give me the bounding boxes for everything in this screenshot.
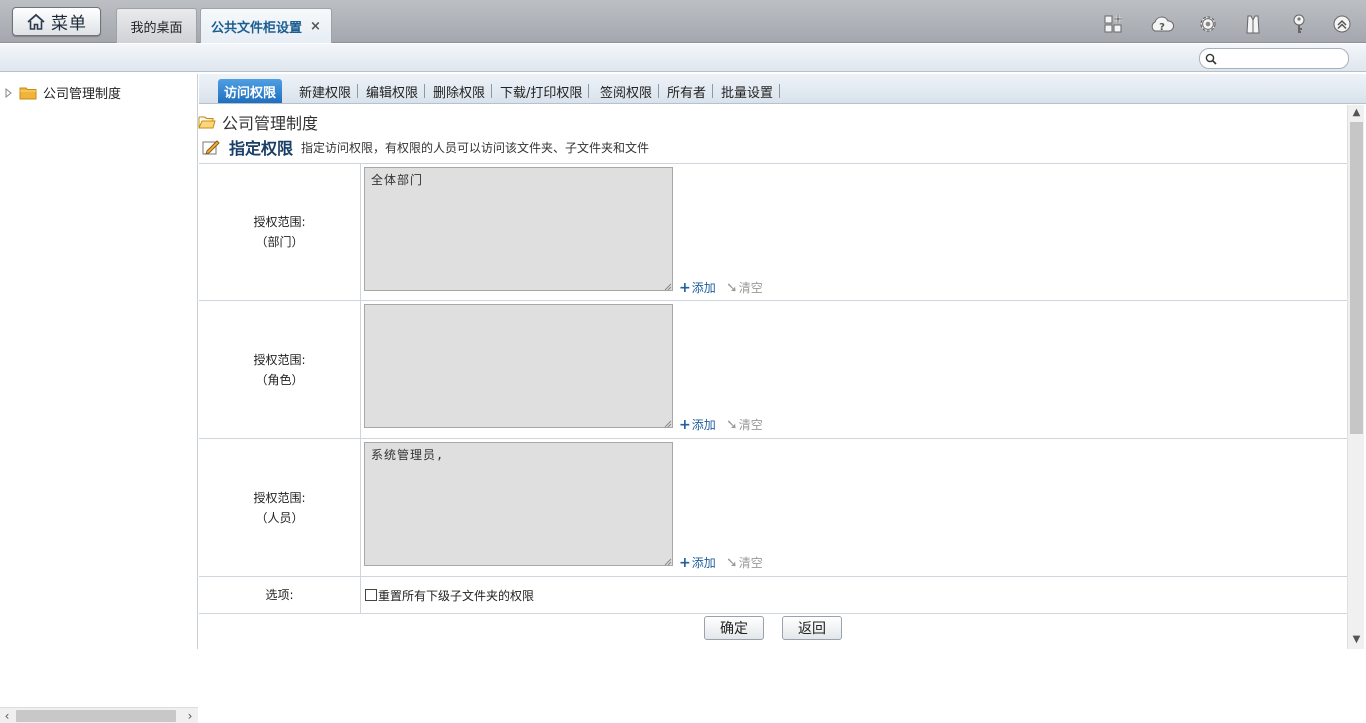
folder-heading: 公司管理制度 bbox=[198, 110, 318, 134]
scope-type-label: （人员） bbox=[255, 510, 304, 525]
add-department-link[interactable]: + 添加 bbox=[679, 279, 716, 296]
tab-edit-permission[interactable]: 编辑权限 bbox=[362, 79, 426, 103]
tab-delete-permission[interactable]: 删除权限 bbox=[429, 79, 493, 103]
scroll-up-icon[interactable]: ▲ bbox=[1348, 107, 1365, 118]
section-description: 指定访问权限，有权限的人员可以访问该文件夹、子文件夹和文件 bbox=[301, 140, 650, 155]
resize-grip-icon[interactable] bbox=[664, 420, 672, 428]
tab-label: 公共文件柜设置 bbox=[211, 20, 303, 36]
tab-label: 签阅权限 bbox=[600, 85, 653, 101]
search-bar bbox=[0, 44, 1366, 72]
section-heading: 指定权限 指定访问权限，有权限的人员可以访问该文件夹、子文件夹和文件 bbox=[201, 135, 649, 159]
resize-grip-icon[interactable] bbox=[664, 558, 672, 566]
search-icon bbox=[1205, 53, 1217, 65]
tab-download-print-permission[interactable]: 下载/打印权限 bbox=[496, 79, 590, 103]
permission-form: 授权范围: （部门） 全体部门 + 添加 ➘ 清空 授权范围: （角色） + 添加 bbox=[199, 163, 1347, 614]
plus-icon: + bbox=[679, 279, 691, 296]
add-user-link[interactable]: + 添加 bbox=[679, 554, 716, 571]
plus-icon: + bbox=[679, 416, 691, 433]
options-row: 选项: 重置所有下级子文件夹的权限 bbox=[199, 577, 1347, 614]
user-textarea[interactable]: 系统管理员, bbox=[364, 442, 673, 566]
vertical-scrollbar[interactable]: ▲ ▼ bbox=[1347, 105, 1364, 649]
top-bar: 菜单 我的桌面 公共文件柜设置 × ? bbox=[0, 0, 1366, 43]
tab-public-cabinet-settings[interactable]: 公共文件柜设置 × bbox=[200, 8, 332, 43]
add-role-link[interactable]: + 添加 bbox=[679, 416, 716, 433]
confirm-button[interactable]: 确定 bbox=[704, 616, 764, 640]
clear-department-link[interactable]: ➘ 清空 bbox=[726, 279, 763, 296]
options-label: 选项: bbox=[199, 577, 361, 613]
tab-owner[interactable]: 所有者 bbox=[663, 79, 714, 103]
scope-label: 授权范围: bbox=[253, 215, 306, 229]
search-input[interactable] bbox=[1220, 51, 1342, 66]
reset-subfolders-label[interactable]: 重置所有下级子文件夹的权限 bbox=[378, 587, 534, 604]
edit-note-icon bbox=[202, 140, 220, 155]
section-title: 指定权限 bbox=[229, 139, 294, 158]
search-box[interactable] bbox=[1199, 48, 1349, 69]
scope-label: 授权范围: bbox=[253, 490, 306, 505]
menu-button[interactable]: 菜单 bbox=[12, 7, 101, 36]
button-row: 确定 返回 bbox=[199, 615, 1347, 649]
tab-label: 编辑权限 bbox=[366, 85, 419, 101]
tab-label: 下载/打印权限 bbox=[500, 85, 583, 101]
expand-arrow-icon[interactable] bbox=[5, 87, 13, 98]
scope-type-label: （部门） bbox=[255, 235, 304, 249]
clear-arrow-icon: ➘ bbox=[726, 554, 738, 571]
main-panel: 访问权限 新建权限 编辑权限 删除权限 下载/打印权限 签阅权限 所有者 批量设… bbox=[198, 74, 1366, 649]
clear-role-link[interactable]: ➘ 清空 bbox=[726, 416, 763, 433]
scope-type-label: （角色） bbox=[255, 372, 304, 387]
scope-role-row: 授权范围: （角色） + 添加 ➘ 清空 bbox=[199, 301, 1347, 439]
clear-arrow-icon: ➘ bbox=[726, 279, 738, 296]
tab-batch-settings[interactable]: 批量设置 bbox=[717, 79, 781, 103]
tab-label: 我的桌面 bbox=[130, 20, 183, 36]
role-textarea[interactable] bbox=[364, 304, 673, 428]
add-widget-icon[interactable] bbox=[1103, 12, 1127, 36]
department-textarea[interactable]: 全体部门 bbox=[364, 167, 673, 291]
reset-subfolders-checkbox[interactable] bbox=[365, 589, 377, 601]
tree-item-company-rules[interactable]: 公司管理制度 bbox=[5, 83, 121, 102]
tab-label: 所有者 bbox=[667, 85, 707, 101]
page-title: 公司管理制度 bbox=[222, 114, 319, 133]
svg-text:?: ? bbox=[1159, 22, 1165, 33]
folder-tree: 公司管理制度 ‹ › bbox=[0, 74, 198, 723]
field-label: 授权范围: （人员） bbox=[199, 439, 361, 576]
scope-label: 授权范围: bbox=[253, 352, 306, 367]
scroll-right-icon[interactable]: › bbox=[183, 709, 197, 723]
scope-user-row: 授权范围: （人员） 系统管理员, + 添加 ➘ 清空 bbox=[199, 439, 1347, 577]
folder-icon bbox=[19, 87, 37, 99]
permission-tabs: 访问权限 新建权限 编辑权限 删除权限 下载/打印权限 签阅权限 所有者 批量设… bbox=[199, 74, 1366, 104]
tab-my-desktop[interactable]: 我的桌面 bbox=[116, 8, 197, 43]
horizontal-scrollbar[interactable]: ‹ › bbox=[0, 707, 198, 723]
gear-icon[interactable] bbox=[1196, 12, 1220, 36]
tab-label: 新建权限 bbox=[299, 85, 352, 101]
tab-label: 批量设置 bbox=[721, 85, 774, 101]
scrollbar-thumb[interactable] bbox=[1350, 122, 1363, 434]
field-label: 授权范围: （角色） bbox=[199, 301, 361, 438]
scope-department-row: 授权范围: （部门） 全体部门 + 添加 ➘ 清空 bbox=[199, 164, 1347, 301]
collapse-up-icon[interactable] bbox=[1330, 12, 1354, 36]
shirt-theme-icon[interactable] bbox=[1241, 12, 1265, 36]
open-folder-icon bbox=[198, 116, 216, 129]
home-icon bbox=[27, 13, 45, 30]
plus-icon: + bbox=[679, 554, 691, 571]
tab-create-permission[interactable]: 新建权限 bbox=[295, 79, 359, 103]
tab-label: 删除权限 bbox=[433, 85, 486, 101]
close-icon[interactable]: × bbox=[310, 19, 321, 34]
key-icon[interactable] bbox=[1287, 12, 1311, 36]
field-label: 授权范围: （部门） bbox=[199, 164, 361, 300]
scroll-down-icon[interactable]: ▼ bbox=[1348, 634, 1365, 645]
tab-access-permission[interactable]: 访问权限 bbox=[218, 79, 283, 103]
back-button[interactable]: 返回 bbox=[782, 616, 842, 640]
menu-label: 菜单 bbox=[51, 14, 87, 34]
resize-grip-icon[interactable] bbox=[664, 283, 672, 291]
cloud-help-icon[interactable]: ? bbox=[1150, 12, 1174, 36]
tab-signoff-permission[interactable]: 签阅权限 bbox=[596, 79, 660, 103]
scroll-left-icon[interactable]: ‹ bbox=[0, 709, 14, 723]
tree-item-label: 公司管理制度 bbox=[43, 87, 122, 102]
clear-arrow-icon: ➘ bbox=[726, 416, 738, 433]
scrollbar-thumb[interactable] bbox=[16, 710, 176, 722]
tab-label: 访问权限 bbox=[224, 85, 277, 101]
clear-user-link[interactable]: ➘ 清空 bbox=[726, 554, 763, 571]
